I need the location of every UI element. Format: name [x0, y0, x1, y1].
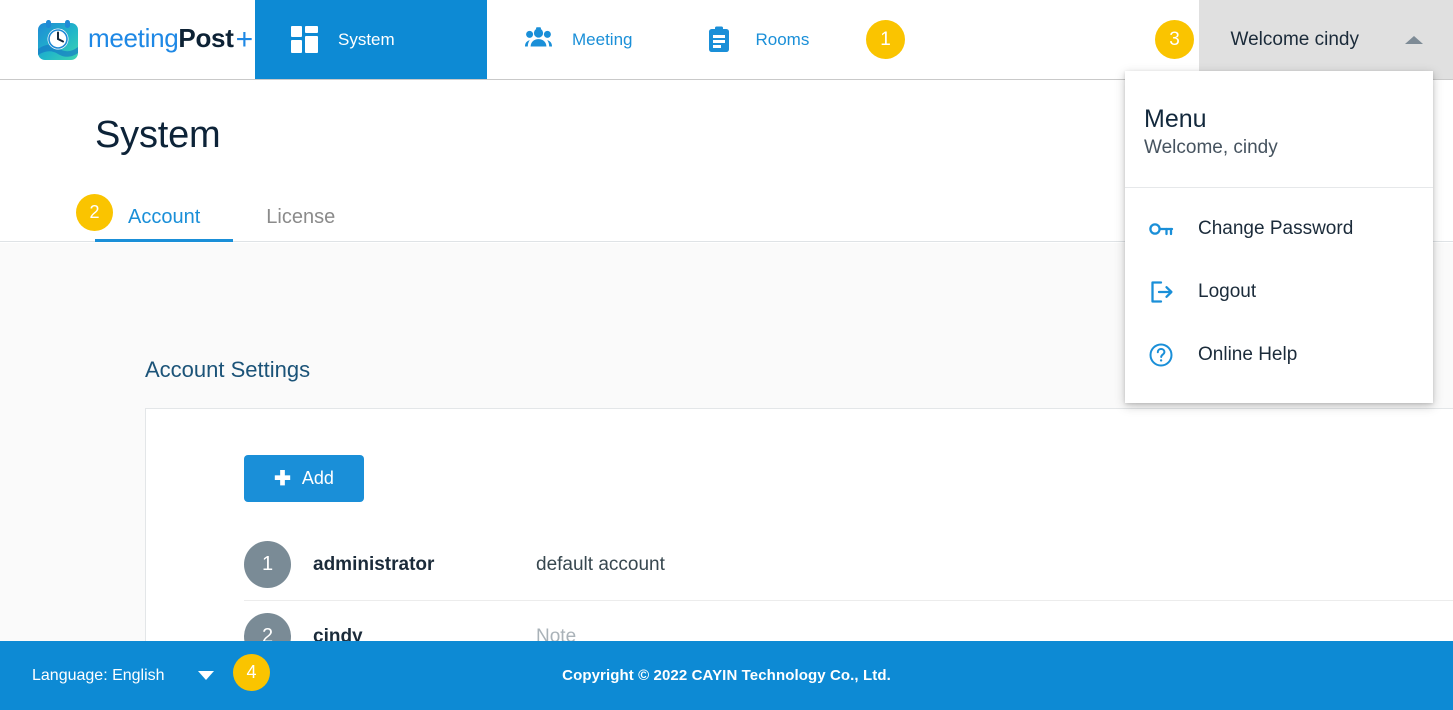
table-row[interactable]: 1 administrator default account: [244, 529, 1453, 601]
tab-account[interactable]: Account: [95, 206, 234, 242]
account-name: administrator: [313, 553, 435, 575]
menu-title: Menu: [1144, 105, 1207, 133]
annotation-badge-4: 4: [233, 654, 270, 691]
add-button[interactable]: ✚ Add: [244, 455, 364, 502]
nav-item-meeting[interactable]: Meeting: [487, 0, 670, 79]
add-button-label: Add: [301, 468, 334, 488]
brand-plus: +: [235, 22, 254, 56]
user-dropdown-menu: Menu Welcome, cindy Change Password Logo…: [1125, 71, 1433, 403]
key-icon: [1148, 216, 1174, 242]
plus-icon: ✚: [274, 467, 291, 490]
clipboard-icon: [708, 26, 735, 53]
nav-item-system-label: System: [338, 29, 395, 49]
section-title: Account Settings: [145, 357, 311, 382]
user-menu-button[interactable]: Welcome cindy: [1198, 0, 1453, 79]
app-root: meetingPost+ System Meeting Rooms Welcom…: [0, 0, 1453, 710]
account-index-avatar: 1: [244, 541, 291, 588]
page-title: System: [95, 114, 221, 156]
menu-item-online-help-label: Online Help: [1198, 344, 1298, 366]
annotation-badge-1: 1: [866, 20, 905, 59]
top-navigation-bar: meetingPost+ System Meeting Rooms Welcom…: [0, 0, 1453, 80]
user-menu-label: Welcome cindy: [1230, 28, 1359, 50]
brand-name-part2: Post: [178, 22, 234, 53]
footer-bar: Language: English Copyright © 2022 CAYIN…: [0, 641, 1453, 710]
menu-subtitle: Welcome, cindy: [1144, 136, 1278, 158]
brand-logo[interactable]: meetingPost+: [0, 0, 255, 79]
tab-license[interactable]: License: [233, 206, 368, 241]
menu-item-change-password-label: Change Password: [1198, 218, 1354, 240]
calendar-clock-icon: [37, 19, 79, 61]
menu-item-logout[interactable]: Logout: [1125, 261, 1433, 324]
question-circle-icon: [1148, 342, 1174, 368]
menu-item-change-password[interactable]: Change Password: [1125, 198, 1433, 261]
menu-item-logout-label: Logout: [1198, 281, 1257, 303]
menu-header: Menu Welcome, cindy: [1125, 71, 1433, 187]
nav-item-rooms[interactable]: Rooms: [670, 0, 847, 79]
menu-divider: [1125, 186, 1433, 188]
tab-account-label: Account: [128, 206, 201, 228]
nav-item-rooms-label: Rooms: [755, 29, 810, 49]
menu-item-online-help[interactable]: Online Help: [1125, 324, 1433, 387]
account-note: default account: [536, 553, 665, 575]
brand-wordmark: meetingPost+: [88, 23, 253, 57]
annotation-badge-3: 3: [1155, 20, 1194, 59]
nav-item-system[interactable]: System: [255, 0, 487, 79]
annotation-badge-2: 2: [76, 194, 113, 231]
nav-item-meeting-label: Meeting: [572, 29, 633, 49]
tab-license-label: License: [266, 206, 336, 228]
logout-icon: [1148, 279, 1174, 305]
dashboard-grid-icon: [291, 26, 318, 53]
brand-name-part1: meeting: [88, 22, 179, 53]
people-group-icon: [525, 26, 552, 53]
chevron-up-icon: [1405, 35, 1423, 44]
copyright-text: Copyright © 2022 CAYIN Technology Co., L…: [562, 667, 891, 684]
